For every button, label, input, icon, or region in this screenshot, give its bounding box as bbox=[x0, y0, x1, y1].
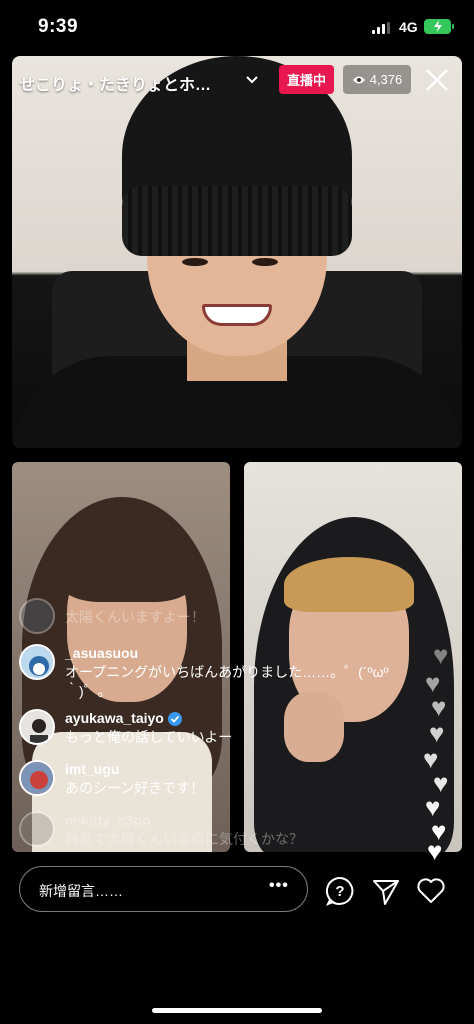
person-avatar-icon bbox=[21, 711, 53, 743]
host-video[interactable] bbox=[12, 56, 462, 448]
comment-message: あのシーン好きです！ bbox=[65, 780, 205, 796]
close-icon[interactable] bbox=[424, 67, 450, 93]
penguin-avatar-icon bbox=[21, 646, 53, 678]
live-header: せこりょ・たきりょとホ… 直播中 4,376 bbox=[0, 62, 474, 102]
eye-icon bbox=[352, 76, 365, 83]
heart-icon: ♥ bbox=[427, 836, 443, 866]
comment-username[interactable]: mikitty_c3po bbox=[65, 811, 415, 830]
viewer-count-badge[interactable]: 4,376 bbox=[343, 65, 411, 94]
comment-item: mikitty_c3po 時差で太陽くんいるのに気付くかな？ bbox=[19, 811, 415, 849]
home-indicator[interactable] bbox=[152, 1008, 322, 1013]
avatar[interactable] bbox=[19, 760, 55, 796]
status-bar: 9:39 4G bbox=[0, 0, 474, 50]
composer-bar: 新增留言…… ••• ? bbox=[0, 866, 474, 916]
comment-input[interactable]: 新增留言…… ••• bbox=[19, 866, 308, 912]
eye-shape bbox=[182, 258, 208, 266]
comment-username[interactable]: ayukawa_taiyo bbox=[65, 709, 164, 728]
comment-item: ayukawa_taiyo もっと俺の話していいよー bbox=[19, 709, 415, 747]
avatar[interactable] bbox=[19, 598, 55, 634]
battery-icon bbox=[424, 19, 454, 34]
comment-username[interactable]: _asuasuou bbox=[65, 644, 415, 663]
heart-icon[interactable] bbox=[416, 876, 446, 906]
send-icon[interactable] bbox=[371, 876, 401, 906]
comment-message: オープニングがいちばんあがりました……。゜(´ºωº｀)゜。 bbox=[65, 664, 389, 699]
status-time: 9:39 bbox=[38, 16, 79, 37]
avatar[interactable] bbox=[19, 709, 55, 745]
heart-icon: ♥ bbox=[433, 640, 449, 670]
comment-message: もっと俺の話していいよー bbox=[65, 729, 233, 745]
network-type: 4G bbox=[399, 19, 418, 35]
live-badge: 直播中 bbox=[279, 65, 335, 94]
more-options-button[interactable]: ••• bbox=[269, 877, 289, 895]
comment-item: imt_ugu あのシーン好きです！ bbox=[19, 760, 415, 798]
chevron-down-icon[interactable] bbox=[245, 72, 259, 86]
comment-username[interactable]: imt_ugu bbox=[65, 760, 415, 779]
avatar[interactable] bbox=[19, 811, 55, 847]
photo-avatar-icon bbox=[21, 762, 53, 794]
question-icon[interactable]: ? bbox=[325, 876, 355, 906]
floating-hearts: ♥ ♥ ♥ ♥ ♥ ♥ ♥ ♥ ♥ bbox=[415, 640, 474, 866]
comment-placeholder: 新增留言…… bbox=[39, 883, 123, 899]
live-title[interactable]: せこりょ・たきりょとホ… bbox=[19, 71, 211, 95]
comment-message: 太陽くんいますよー！ bbox=[65, 609, 205, 625]
eye-shape bbox=[252, 258, 278, 266]
signal-icon bbox=[372, 22, 390, 34]
svg-text:?: ? bbox=[335, 883, 344, 900]
comment-item: 太陽くんいますよー！ bbox=[19, 598, 415, 634]
comment-message: 時差で太陽くんいるのに気付くかな？ bbox=[65, 831, 303, 847]
comment-item: _asuasuou オープニングがいちばんあがりました……。゜(´ºωº｀)゜。 bbox=[19, 644, 415, 701]
avatar[interactable] bbox=[19, 644, 55, 680]
mouth-shape bbox=[202, 304, 272, 326]
fringe-shape bbox=[57, 522, 197, 602]
viewer-count: 4,376 bbox=[369, 72, 403, 87]
verified-icon bbox=[167, 711, 182, 726]
